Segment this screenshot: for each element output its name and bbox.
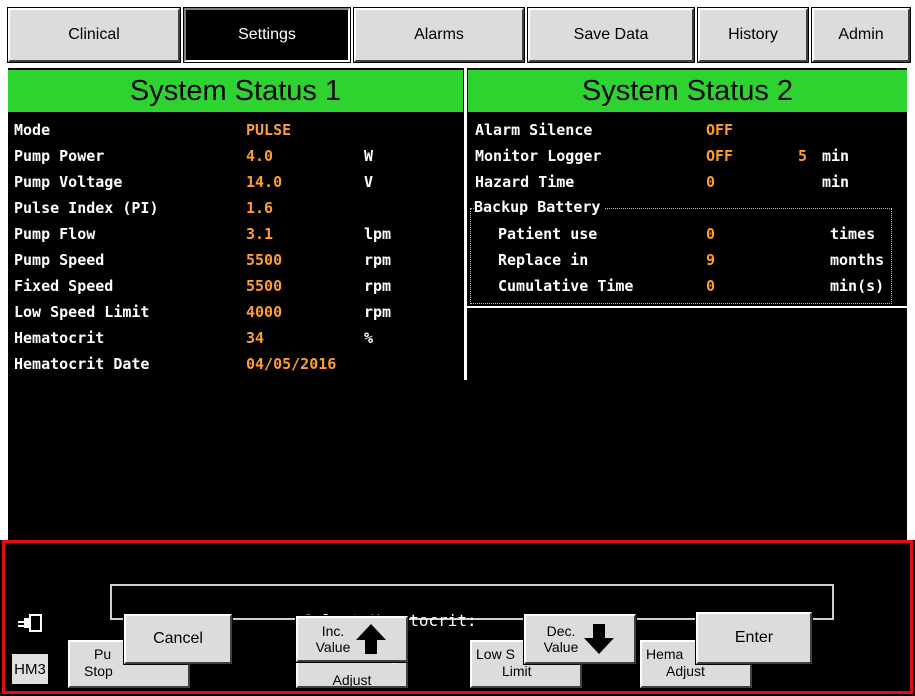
increase-value-button[interactable]: Inc. Value: [296, 616, 408, 662]
row-label: Pump Power: [14, 147, 105, 165]
row-unit: rpm: [364, 303, 392, 321]
row-label: Pump Flow: [14, 225, 96, 243]
row-value: 3.1: [246, 225, 274, 243]
hm3-badge: HM3: [10, 652, 50, 686]
tab-alarms[interactable]: Alarms: [354, 8, 524, 62]
row-unit: times: [830, 225, 876, 243]
row-value: 9: [706, 251, 716, 269]
row-label: Pulse Index (PI): [14, 199, 159, 217]
inc-label-1: Inc.: [321, 623, 345, 639]
row-value: 0: [706, 173, 716, 191]
panel2-bottom-rule: [467, 306, 907, 308]
speed-adjust-label: Adjust: [332, 672, 372, 688]
row-label: Mode: [14, 121, 51, 139]
decrease-value-text: Dec. Value: [544, 623, 579, 655]
panel-divider: [464, 68, 467, 380]
row-value: 0: [706, 225, 716, 243]
row-value: 0: [706, 277, 716, 295]
decrease-value-button[interactable]: Dec. Value: [524, 614, 636, 664]
row-label: Monitor Logger: [475, 147, 602, 165]
row-value: OFF: [706, 147, 734, 165]
row-value: PULSE: [246, 121, 292, 139]
row-value: 5500: [246, 277, 283, 295]
row-value: 34: [246, 329, 265, 347]
tab-settings[interactable]: Settings: [184, 8, 350, 62]
row-value: 5500: [246, 251, 283, 269]
row-label: Fixed Speed: [14, 277, 114, 295]
panel1-title: System Status 1: [8, 70, 463, 112]
row-label: Patient use: [498, 225, 598, 243]
dec-label-2: Value: [543, 639, 579, 655]
row-extra-value: 5: [798, 147, 808, 165]
backup-battery-title: Backup Battery: [474, 198, 605, 216]
row-unit: min: [822, 173, 850, 191]
row-value: 1.6: [246, 199, 274, 217]
row-label: Pump Speed: [14, 251, 105, 269]
tab-history[interactable]: History: [698, 8, 808, 62]
pump-stop-label-2: Stop: [84, 663, 113, 679]
row-label: Hematocrit Date: [14, 355, 150, 373]
enter-button[interactable]: Enter: [696, 612, 812, 664]
row-unit: %: [364, 329, 374, 347]
row-label: Cumulative Time: [498, 277, 634, 295]
dec-label-1: Dec.: [546, 623, 576, 639]
plug-icon: [18, 614, 42, 632]
row-unit: W: [364, 147, 374, 165]
row-unit: min: [822, 147, 850, 165]
row-value: 4.0: [246, 147, 274, 165]
inc-label-2: Value: [315, 639, 351, 655]
tab-bar: Clinical Settings Alarms Save Data Histo…: [0, 0, 915, 68]
tab-save-data[interactable]: Save Data: [528, 8, 694, 62]
tab-clinical[interactable]: Clinical: [8, 8, 180, 62]
row-label: Low Speed Limit: [14, 303, 150, 321]
row-value: 4000: [246, 303, 283, 321]
row-unit: months: [830, 251, 885, 269]
row-unit: lpm: [364, 225, 392, 243]
row-value: 14.0: [246, 173, 283, 191]
hema-adjust-label-2: Adjust: [666, 663, 705, 679]
row-unit: min(s): [830, 277, 885, 295]
low-speed-label-2: Limit: [502, 663, 532, 679]
row-unit: rpm: [364, 277, 392, 295]
row-unit: rpm: [364, 251, 392, 269]
row-label: Alarm Silence: [475, 121, 593, 139]
tab-admin[interactable]: Admin: [812, 8, 910, 62]
panel2-title: System Status 2: [468, 70, 907, 112]
arrow-down-icon: [584, 624, 615, 654]
increase-value-text: Inc. Value: [316, 623, 351, 655]
row-label: Pump Voltage: [14, 173, 123, 191]
row-value: 04/05/2016: [246, 355, 337, 373]
cancel-button[interactable]: Cancel: [124, 614, 232, 664]
row-label: Hematocrit: [14, 329, 105, 347]
row-label: Replace in: [498, 251, 589, 269]
row-value: OFF: [706, 121, 734, 139]
row-unit: V: [364, 173, 374, 191]
arrow-up-icon: [356, 624, 387, 654]
row-label: Hazard Time: [475, 173, 575, 191]
